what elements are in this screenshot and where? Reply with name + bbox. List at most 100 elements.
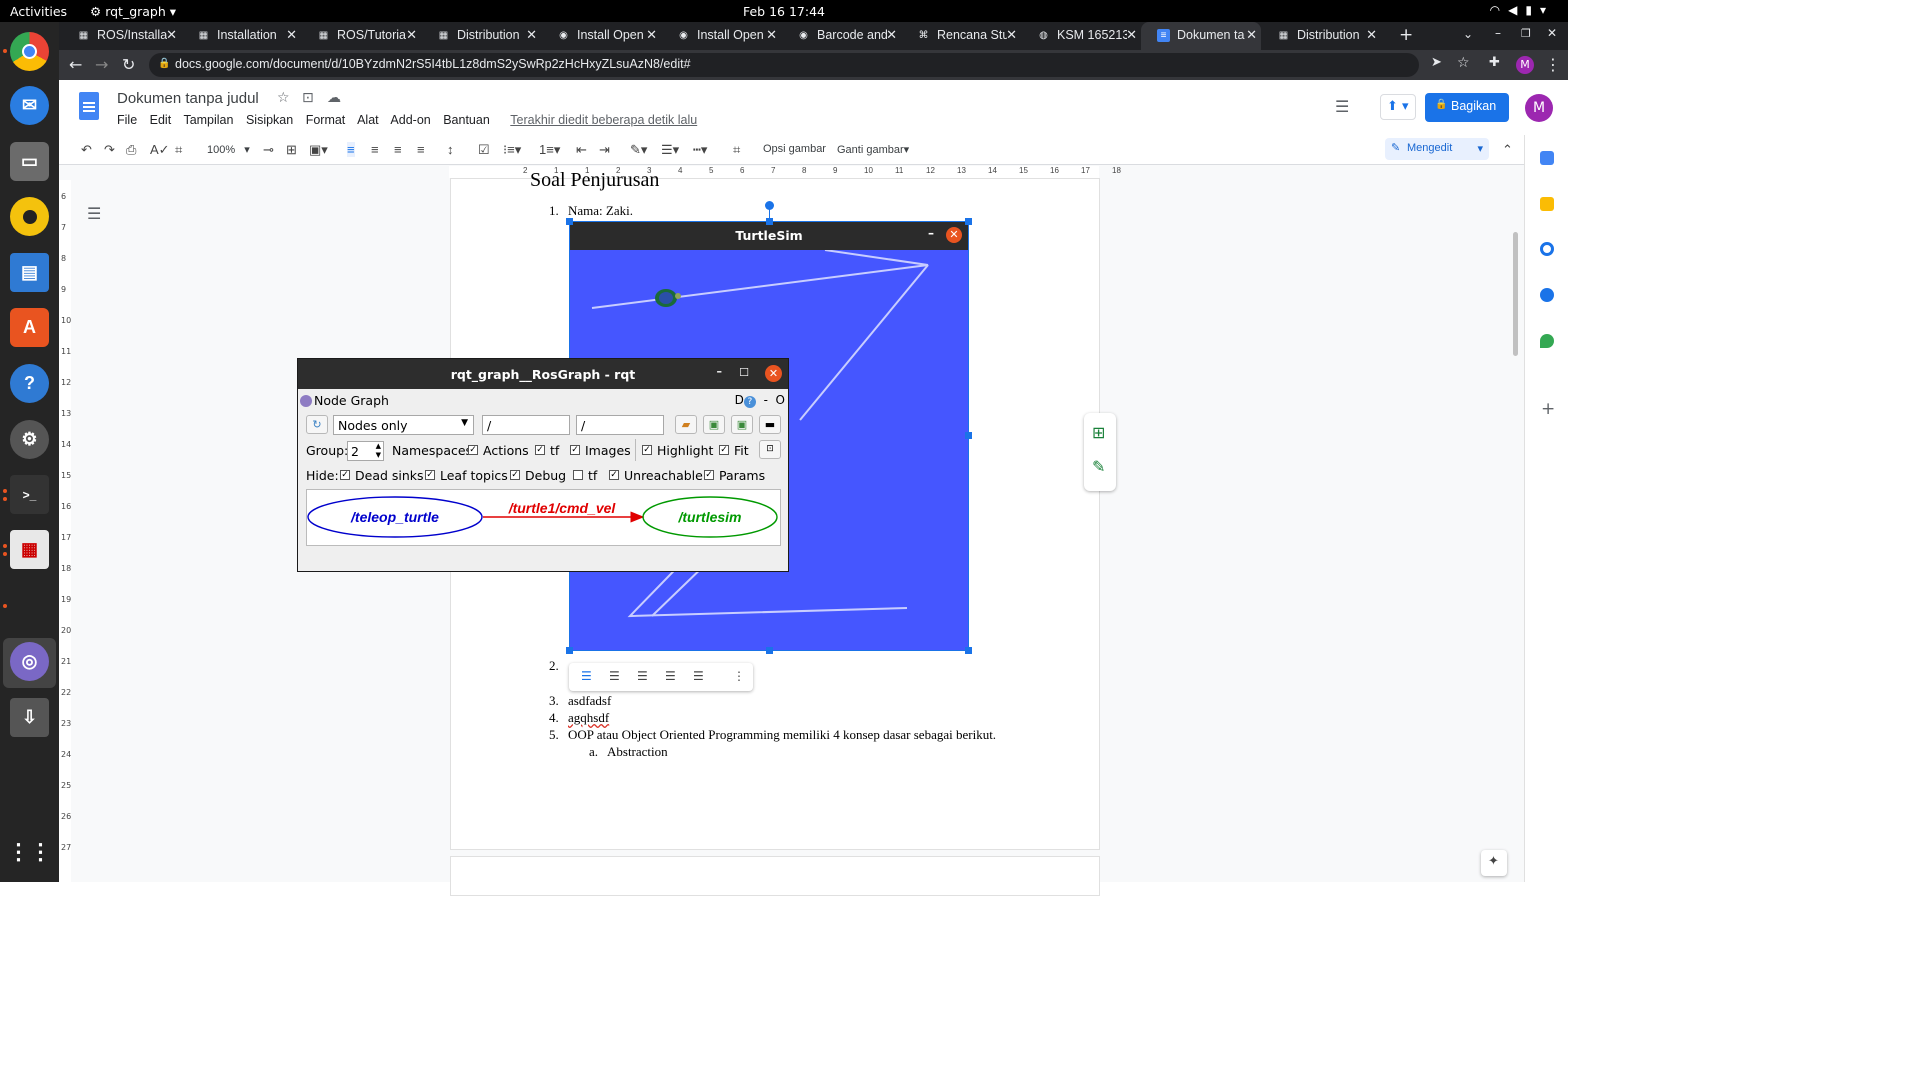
border-weight-icon[interactable]: ☰▾ xyxy=(661,142,679,158)
software-center-icon[interactable]: A xyxy=(10,308,49,347)
tab-active[interactable]: ≡ Dokumen ta ✕ xyxy=(1141,22,1261,50)
save-dot-icon[interactable]: ▣ xyxy=(703,415,725,434)
checklist-icon[interactable]: ☑ xyxy=(478,142,490,158)
editing-mode-select[interactable]: ✎ Mengedit ▾ xyxy=(1385,138,1489,160)
close-icon[interactable]: ✕ xyxy=(166,27,177,43)
clock[interactable]: Feb 16 17:44 xyxy=(0,4,1568,19)
menu-addons[interactable]: Add-on xyxy=(390,113,430,127)
replace-image-button[interactable]: Ganti gambar▾ xyxy=(837,143,909,156)
address-bar[interactable]: 🔒 docs.google.com/document/d/10BYzdmN2rS5… xyxy=(149,53,1419,77)
spin-arrows-icon[interactable]: ▲ ▼ xyxy=(376,442,381,460)
document-scrollbar[interactable] xyxy=(1513,232,1518,356)
insert-image-icon[interactable]: ▣▾ xyxy=(309,142,328,158)
checkbox-images[interactable]: ✓ xyxy=(570,445,580,455)
redo-icon[interactable]: ↷ xyxy=(104,142,115,158)
document-page-2[interactable] xyxy=(450,856,1100,896)
rqt-graph-window[interactable]: rqt_graph__RosGraph - rqt – ☐ ✕ Node Gra… xyxy=(297,358,789,572)
minimize-icon[interactable]: – xyxy=(717,365,723,378)
close-plugin-button[interactable]: O xyxy=(776,393,785,407)
new-tab-icon[interactable]: + xyxy=(1399,25,1413,45)
close-icon[interactable]: ✕ xyxy=(1246,27,1257,43)
thunderbird-icon[interactable]: ✉ xyxy=(10,86,49,125)
close-icon[interactable]: ✕ xyxy=(886,27,897,43)
close-icon[interactable]: ✕ xyxy=(1126,27,1137,43)
add-comment-icon[interactable]: ⊞ xyxy=(1092,423,1105,442)
send-icon[interactable]: ➤ xyxy=(1431,55,1442,70)
calendar-icon[interactable] xyxy=(1540,151,1554,165)
save-svg-icon[interactable]: ▣ xyxy=(731,415,753,434)
border-color-icon[interactable]: ✎▾ xyxy=(630,142,647,158)
comment-history-icon[interactable]: ☰ xyxy=(1335,97,1349,116)
tab[interactable]: ◉ Barcode and ✕ xyxy=(781,22,901,50)
topic-filter-input[interactable]: / xyxy=(576,415,664,435)
close-icon[interactable]: ✕ xyxy=(1006,27,1017,43)
checkbox-leaf-topics[interactable]: ✓ xyxy=(425,470,435,480)
decrease-indent-icon[interactable]: ⇤ xyxy=(576,142,587,158)
tab[interactable]: ▦ Distribution ✕ xyxy=(1261,22,1381,50)
in-front-of-text-icon[interactable]: ☰ xyxy=(693,669,704,683)
rhythmbox-icon[interactable] xyxy=(10,197,49,236)
crop-icon[interactable]: ⌗ xyxy=(733,142,740,158)
wrap-text-icon[interactable]: ☰ xyxy=(609,669,620,683)
zoom-select[interactable]: 100% ▾ xyxy=(207,143,250,156)
numbered-list-icon[interactable]: 1≡▾ xyxy=(539,142,560,158)
star-icon[interactable]: ☆ xyxy=(277,90,290,106)
docs-logo-icon[interactable] xyxy=(79,92,99,120)
checkbox-highlight[interactable]: ✓ xyxy=(642,445,652,455)
tab[interactable]: ⌘ Rencana Stu ✕ xyxy=(901,22,1021,50)
menu-tools[interactable]: Alat xyxy=(357,113,379,127)
rotate-handle[interactable] xyxy=(765,201,774,210)
maps-icon[interactable] xyxy=(1540,334,1554,348)
move-folder-icon[interactable]: ⊡ xyxy=(302,90,314,106)
close-icon[interactable]: ✕ xyxy=(406,27,417,43)
checkbox-actions-tf[interactable]: ✓ xyxy=(535,445,545,455)
justify-icon[interactable]: ≡ xyxy=(417,142,425,157)
graph-mode-select[interactable]: Nodes only ▼ xyxy=(333,415,474,435)
outline-icon[interactable]: ☰ xyxy=(87,204,101,223)
terminal-icon[interactable]: >_ xyxy=(10,475,49,514)
checkbox-unreachable[interactable]: ✓ xyxy=(609,470,619,480)
close-icon[interactable]: ✕ xyxy=(766,27,777,43)
minimize-plugin-button[interactable]: - xyxy=(764,393,768,407)
present-button[interactable]: ⬆ ▾ xyxy=(1380,94,1416,120)
share-button[interactable]: 🔒 Bagikan xyxy=(1425,93,1509,122)
restore-icon[interactable]: ❐ xyxy=(1521,27,1531,40)
inline-wrap-icon[interactable]: ☰ xyxy=(581,669,592,683)
tab[interactable]: ◍ KSM 165213 ✕ xyxy=(1021,22,1141,50)
tab[interactable]: ▦ Distribution ✕ xyxy=(421,22,541,50)
tab[interactable]: ◉ Install Open ✕ xyxy=(541,22,661,50)
usb-drive-icon[interactable]: ⇩ xyxy=(10,698,49,737)
align-left-icon[interactable]: ≡ xyxy=(347,142,355,157)
chrome-icon[interactable] xyxy=(10,32,49,71)
tab[interactable]: ◉ Install Open ✕ xyxy=(661,22,781,50)
checkbox-params[interactable]: ✓ xyxy=(704,470,714,480)
rqt-icon[interactable]: ◎ xyxy=(10,642,49,681)
vertical-ruler[interactable]: 6 7 8 9 10 11 12 13 14 15 16 17 18 19 20 21 22 23 24 25 26 27 xyxy=(59,180,71,882)
collapse-menus-icon[interactable]: ⌃ xyxy=(1502,142,1513,158)
increase-indent-icon[interactable]: ⇥ xyxy=(599,142,610,158)
graph-canvas[interactable]: /teleop_turtle /turtle1/cmd_vel /turtles… xyxy=(306,489,781,546)
align-center-icon[interactable]: ≡ xyxy=(371,142,379,157)
suggest-edit-icon[interactable]: ✎ xyxy=(1092,457,1105,476)
close-icon[interactable]: ✕ xyxy=(526,27,537,43)
menu-help[interactable]: Bantuan xyxy=(443,113,490,127)
minimize-icon[interactable]: – xyxy=(1495,26,1501,40)
break-text-icon[interactable]: ☰ xyxy=(637,669,648,683)
bulleted-list-icon[interactable]: ⁝≡▾ xyxy=(503,142,521,158)
contacts-icon[interactable] xyxy=(1540,288,1554,302)
explore-button[interactable]: ✦ xyxy=(1481,850,1507,876)
close-icon[interactable]: ✕ xyxy=(1366,27,1377,43)
node-filter-input[interactable]: / xyxy=(482,415,570,435)
print-icon[interactable]: ⎙ xyxy=(126,142,136,158)
rqt-titlebar[interactable]: rqt_graph__RosGraph - rqt – ☐ ✕ xyxy=(298,359,788,389)
document-viewer-icon[interactable]: ▦ xyxy=(10,530,49,569)
tab[interactable]: ▦ Installation ✕ xyxy=(181,22,301,50)
more-options-icon[interactable]: ⋮ xyxy=(733,669,745,683)
keep-icon[interactable] xyxy=(1540,197,1554,211)
close-icon[interactable]: ✕ xyxy=(646,27,657,43)
cloud-status-icon[interactable]: ☁ xyxy=(327,90,341,106)
help-icon[interactable]: ? xyxy=(10,364,49,403)
document-title[interactable]: Dokumen tanpa judul xyxy=(117,90,259,107)
menu-file[interactable]: File xyxy=(117,113,137,127)
refresh-icon[interactable]: ↻ xyxy=(306,415,328,434)
